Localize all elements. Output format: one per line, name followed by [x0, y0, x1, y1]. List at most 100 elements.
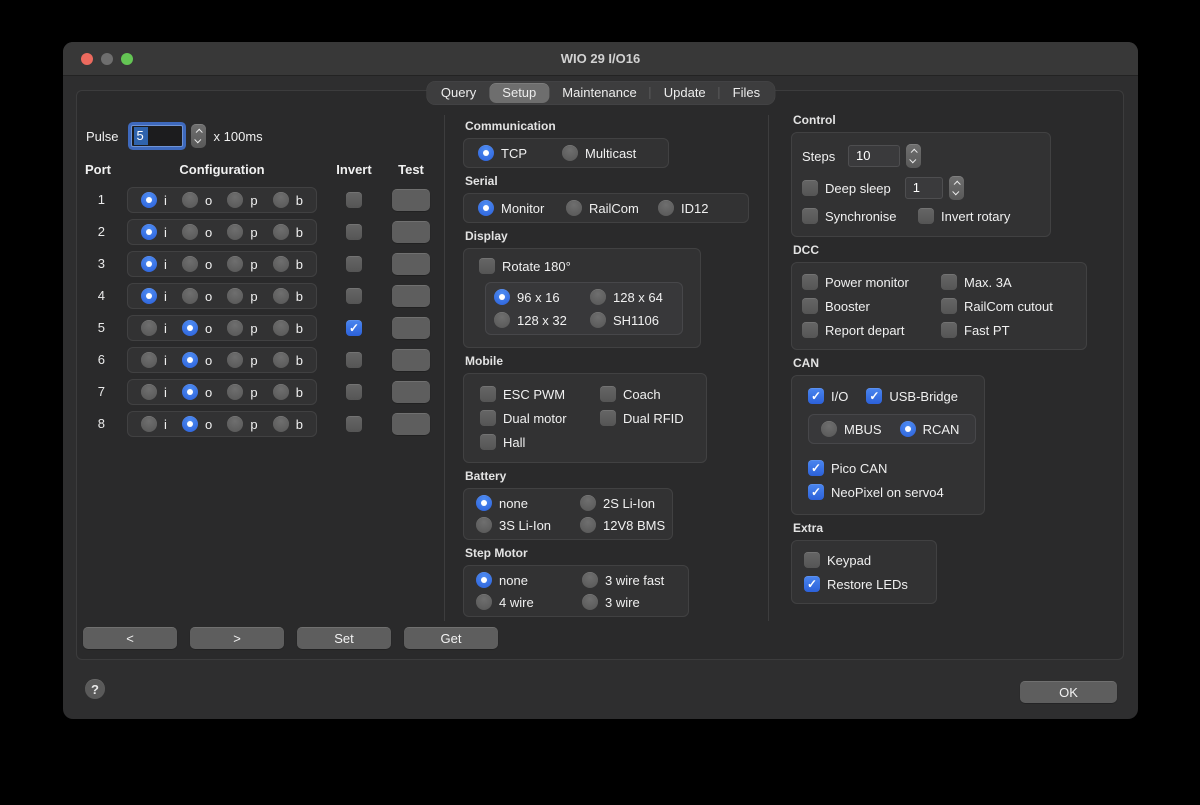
hall-checkbox[interactable]	[480, 434, 496, 450]
port-2-invert-checkbox[interactable]	[346, 224, 362, 240]
get-button[interactable]: Get	[404, 627, 498, 649]
close-button[interactable]	[81, 53, 93, 65]
port-6-radio-o[interactable]	[182, 352, 198, 368]
port-8-invert-checkbox[interactable]	[346, 416, 362, 432]
rotate-180-checkbox[interactable]	[479, 258, 495, 274]
port-4-radio-b[interactable]	[273, 288, 289, 304]
port-4-invert-checkbox[interactable]	[346, 288, 362, 304]
restore-leds-checkbox[interactable]	[804, 576, 820, 592]
port-7-radio-i[interactable]	[141, 384, 157, 400]
power-monitor-checkbox[interactable]	[802, 274, 818, 290]
battery-12v8-radio[interactable]	[580, 517, 596, 533]
report-depart-checkbox[interactable]	[802, 322, 818, 338]
synchronise-checkbox[interactable]	[802, 208, 818, 224]
port-5-radio-p[interactable]	[227, 320, 243, 336]
port-2-radio-p[interactable]	[227, 224, 243, 240]
deep-sleep-checkbox[interactable]	[802, 180, 818, 196]
port-1-test-button[interactable]	[392, 189, 430, 211]
can-io-checkbox[interactable]	[808, 388, 824, 404]
tab-maintenance[interactable]: Maintenance	[549, 83, 649, 103]
step-3wire-radio[interactable]	[582, 594, 598, 610]
dual-rfid-checkbox[interactable]	[600, 410, 616, 426]
usb-bridge-checkbox[interactable]	[866, 388, 882, 404]
neopixel-checkbox[interactable]	[808, 484, 824, 500]
port-6-invert-checkbox[interactable]	[346, 352, 362, 368]
tab-setup[interactable]: Setup	[489, 83, 549, 103]
port-3-radio-p[interactable]	[227, 256, 243, 272]
port-1-radio-o[interactable]	[182, 192, 198, 208]
port-6-test-button[interactable]	[392, 349, 430, 371]
railcom-radio[interactable]	[566, 200, 582, 216]
port-5-radio-i[interactable]	[141, 320, 157, 336]
max-3a-checkbox[interactable]	[941, 274, 957, 290]
port-7-radio-o[interactable]	[182, 384, 198, 400]
port-2-radio-i[interactable]	[141, 224, 157, 240]
port-8-radio-b[interactable]	[273, 416, 289, 432]
port-1-radio-b[interactable]	[273, 192, 289, 208]
step-none-radio[interactable]	[476, 572, 492, 588]
help-button[interactable]: ?	[85, 679, 105, 699]
port-4-radio-o[interactable]	[182, 288, 198, 304]
keypad-checkbox[interactable]	[804, 552, 820, 568]
port-5-radio-o[interactable]	[182, 320, 198, 336]
zoom-button[interactable]	[121, 53, 133, 65]
tcp-radio[interactable]	[478, 145, 494, 161]
port-3-test-button[interactable]	[392, 253, 430, 275]
pulse-input[interactable]: 5	[131, 125, 183, 147]
fast-pt-checkbox[interactable]	[941, 322, 957, 338]
deep-sleep-stepper[interactable]	[949, 176, 964, 200]
port-3-radio-o[interactable]	[182, 256, 198, 272]
port-2-test-button[interactable]	[392, 221, 430, 243]
port-5-test-button[interactable]	[392, 317, 430, 339]
tab-update[interactable]: Update	[651, 83, 719, 103]
port-8-test-button[interactable]	[392, 413, 430, 435]
port-8-radio-i[interactable]	[141, 416, 157, 432]
port-3-invert-checkbox[interactable]	[346, 256, 362, 272]
port-4-radio-i[interactable]	[141, 288, 157, 304]
res-96x16-radio[interactable]	[494, 289, 510, 305]
coach-checkbox[interactable]	[600, 386, 616, 402]
res-128x32-radio[interactable]	[494, 312, 510, 328]
port-6-radio-i[interactable]	[141, 352, 157, 368]
minimize-button[interactable]	[101, 53, 113, 65]
tab-query[interactable]: Query	[428, 83, 489, 103]
rcan-radio[interactable]	[900, 421, 916, 437]
battery-none-radio[interactable]	[476, 495, 492, 511]
port-2-radio-o[interactable]	[182, 224, 198, 240]
port-1-invert-checkbox[interactable]	[346, 192, 362, 208]
port-4-test-button[interactable]	[392, 285, 430, 307]
port-4-radio-p[interactable]	[227, 288, 243, 304]
mbus-radio[interactable]	[821, 421, 837, 437]
port-8-radio-o[interactable]	[182, 416, 198, 432]
port-1-radio-p[interactable]	[227, 192, 243, 208]
res-128x64-radio[interactable]	[590, 289, 606, 305]
port-7-invert-checkbox[interactable]	[346, 384, 362, 400]
port-3-radio-i[interactable]	[141, 256, 157, 272]
port-2-radio-b[interactable]	[273, 224, 289, 240]
port-6-radio-b[interactable]	[273, 352, 289, 368]
railcom-cutout-checkbox[interactable]	[941, 298, 957, 314]
port-8-radio-p[interactable]	[227, 416, 243, 432]
port-7-radio-p[interactable]	[227, 384, 243, 400]
prev-button[interactable]: <	[83, 627, 177, 649]
pulse-stepper[interactable]	[191, 124, 206, 148]
res-sh1106-radio[interactable]	[590, 312, 606, 328]
steps-input[interactable]: 10	[848, 145, 900, 167]
invert-rotary-checkbox[interactable]	[918, 208, 934, 224]
multicast-radio[interactable]	[562, 145, 578, 161]
port-7-test-button[interactable]	[392, 381, 430, 403]
port-6-radio-p[interactable]	[227, 352, 243, 368]
steps-stepper[interactable]	[906, 144, 921, 168]
tab-files[interactable]: Files	[720, 83, 773, 103]
step-3wire-fast-radio[interactable]	[582, 572, 598, 588]
battery-3s-radio[interactable]	[476, 517, 492, 533]
battery-2s-radio[interactable]	[580, 495, 596, 511]
port-7-radio-b[interactable]	[273, 384, 289, 400]
next-button[interactable]: >	[190, 627, 284, 649]
ok-button[interactable]: OK	[1020, 681, 1117, 703]
monitor-radio[interactable]	[478, 200, 494, 216]
port-5-invert-checkbox[interactable]	[346, 320, 362, 336]
pico-can-checkbox[interactable]	[808, 460, 824, 476]
dual-motor-checkbox[interactable]	[480, 410, 496, 426]
deep-sleep-input[interactable]: 1	[905, 177, 943, 199]
